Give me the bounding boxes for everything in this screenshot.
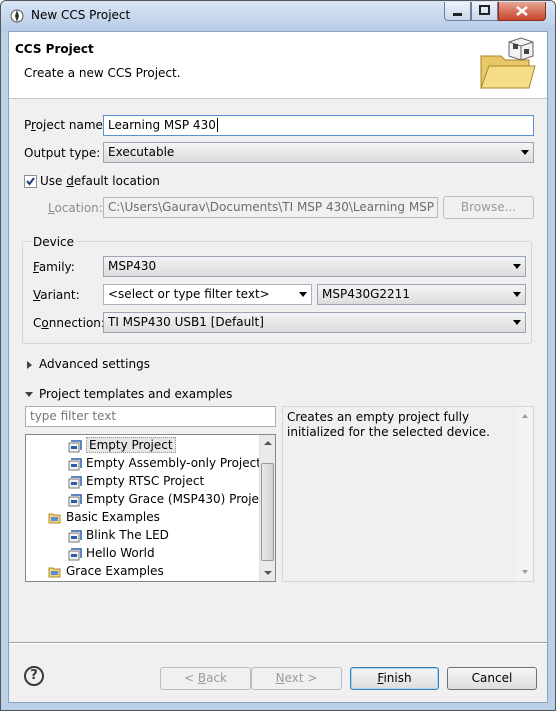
dialog-window: New CCS Project CCS Project Create a new…	[0, 0, 556, 711]
scrollbar-thumb[interactable]	[261, 463, 274, 561]
window-title: New CCS Project	[31, 8, 131, 22]
project-icon	[68, 493, 82, 506]
finish-button[interactable]: Finish	[350, 667, 439, 690]
family-select[interactable]: MSP430	[103, 256, 526, 277]
output-type-select[interactable]: Executable	[103, 142, 534, 163]
wizard-header: CCS Project Create a new CCS Project.	[9, 32, 547, 99]
variant-select[interactable]: MSP430G2211	[317, 284, 526, 305]
back-button[interactable]: < Back	[160, 667, 251, 690]
chevron-down-icon	[513, 292, 521, 297]
variant-filter-combo[interactable]: <select or type filter text>	[103, 284, 312, 305]
browse-button[interactable]: Browse...	[443, 196, 534, 219]
scroll-down-icon[interactable]	[260, 565, 276, 581]
cancel-button[interactable]: Cancel	[447, 667, 537, 690]
checkmark-icon	[26, 177, 35, 186]
expand-arrow-icon[interactable]	[27, 361, 32, 369]
scroll-up-icon[interactable]	[260, 435, 276, 451]
help-icon[interactable]: ?	[24, 666, 44, 686]
chevron-down-icon	[521, 150, 529, 155]
advanced-settings-toggle[interactable]: Advanced settings	[39, 357, 150, 371]
chevron-down-icon	[299, 292, 307, 297]
project-name-input[interactable]: Learning MSP 430	[103, 115, 534, 136]
close-icon	[516, 6, 528, 16]
template-description: Creates an empty project fully initializ…	[282, 406, 534, 582]
tree-item-label: Blink The LED	[86, 528, 169, 542]
template-filter-input[interactable]: type filter text	[25, 406, 276, 427]
folder-icon	[48, 513, 61, 523]
tree-scrollbar[interactable]	[259, 435, 276, 581]
tree-item-label: Empty Project	[86, 437, 176, 453]
minimize-icon	[453, 13, 462, 16]
scroll-down-icon[interactable]	[517, 565, 533, 579]
project-icon	[68, 547, 82, 560]
project-icon	[68, 439, 82, 452]
description-scrollbar[interactable]	[517, 407, 533, 581]
tree-item[interactable]: Empty Project	[68, 436, 176, 454]
tree-item[interactable]: Blink The LED	[68, 526, 169, 544]
tree-item[interactable]: Empty Grace (MSP430) Project	[68, 490, 270, 508]
maximize-button[interactable]	[471, 2, 498, 21]
tree-item[interactable]: Grace Examples	[48, 562, 164, 580]
project-icon	[68, 457, 82, 470]
tree-item-label: Empty RTSC Project	[86, 474, 205, 488]
tree-item-label: Empty Assembly-only Project	[86, 456, 261, 470]
variant-label: Variant:	[33, 288, 80, 302]
tree-item-label: Hello World	[86, 546, 155, 560]
dialog-body: CCS Project Create a new CCS Project. Pr…	[8, 31, 548, 703]
folder-icon	[48, 567, 61, 577]
scroll-up-icon[interactable]	[517, 409, 533, 423]
connection-select[interactable]: TI MSP430 USB1 [Default]	[103, 312, 526, 333]
page-title: CCS Project	[15, 42, 94, 56]
use-default-location-label: Use default location	[40, 174, 160, 188]
description-text: Creates an empty project fully initializ…	[287, 410, 490, 439]
project-name-label: Project name:	[24, 118, 107, 132]
collapse-arrow-icon[interactable]	[25, 392, 33, 397]
tree-item-label: Basic Examples	[66, 510, 160, 524]
project-icon	[68, 475, 82, 488]
minimize-button[interactable]	[444, 2, 471, 21]
use-default-location-checkbox[interactable]	[24, 175, 37, 188]
next-button[interactable]: Next >	[251, 667, 342, 690]
tree-item[interactable]: Hello World	[68, 544, 155, 562]
location-input[interactable]: C:\Users\Gaurav\Documents\TI MSP 430\Lea…	[103, 197, 438, 218]
output-type-label: Output type:	[24, 146, 101, 160]
close-button[interactable]	[498, 2, 546, 21]
chevron-down-icon	[513, 320, 521, 325]
maximize-icon	[479, 5, 490, 15]
device-group-title: Device	[31, 235, 77, 249]
tree-item-label: Grace Examples	[66, 564, 164, 578]
location-label: Location:	[48, 201, 103, 215]
tree-item[interactable]: Empty RTSC Project	[68, 472, 204, 490]
new-project-wizard-icon	[480, 37, 536, 89]
eclipse-app-icon	[10, 9, 24, 23]
project-icon	[68, 529, 82, 542]
templates-section-toggle[interactable]: Project templates and examples	[39, 387, 232, 401]
templates-tree: Empty Project Empty Assembly-only Project…	[25, 434, 276, 582]
title-bar: New CCS Project	[1, 1, 555, 31]
chevron-down-icon	[513, 264, 521, 269]
tree-item[interactable]: Empty Assembly-only Project	[68, 454, 261, 472]
page-subtitle: Create a new CCS Project.	[24, 66, 181, 80]
footer-separator	[9, 642, 547, 644]
connection-label: Connection:	[33, 316, 105, 330]
tree-item-label: Empty Grace (MSP430) Project	[86, 492, 271, 506]
tree-item[interactable]: Basic Examples	[48, 508, 160, 526]
family-label: Family:	[33, 260, 75, 274]
